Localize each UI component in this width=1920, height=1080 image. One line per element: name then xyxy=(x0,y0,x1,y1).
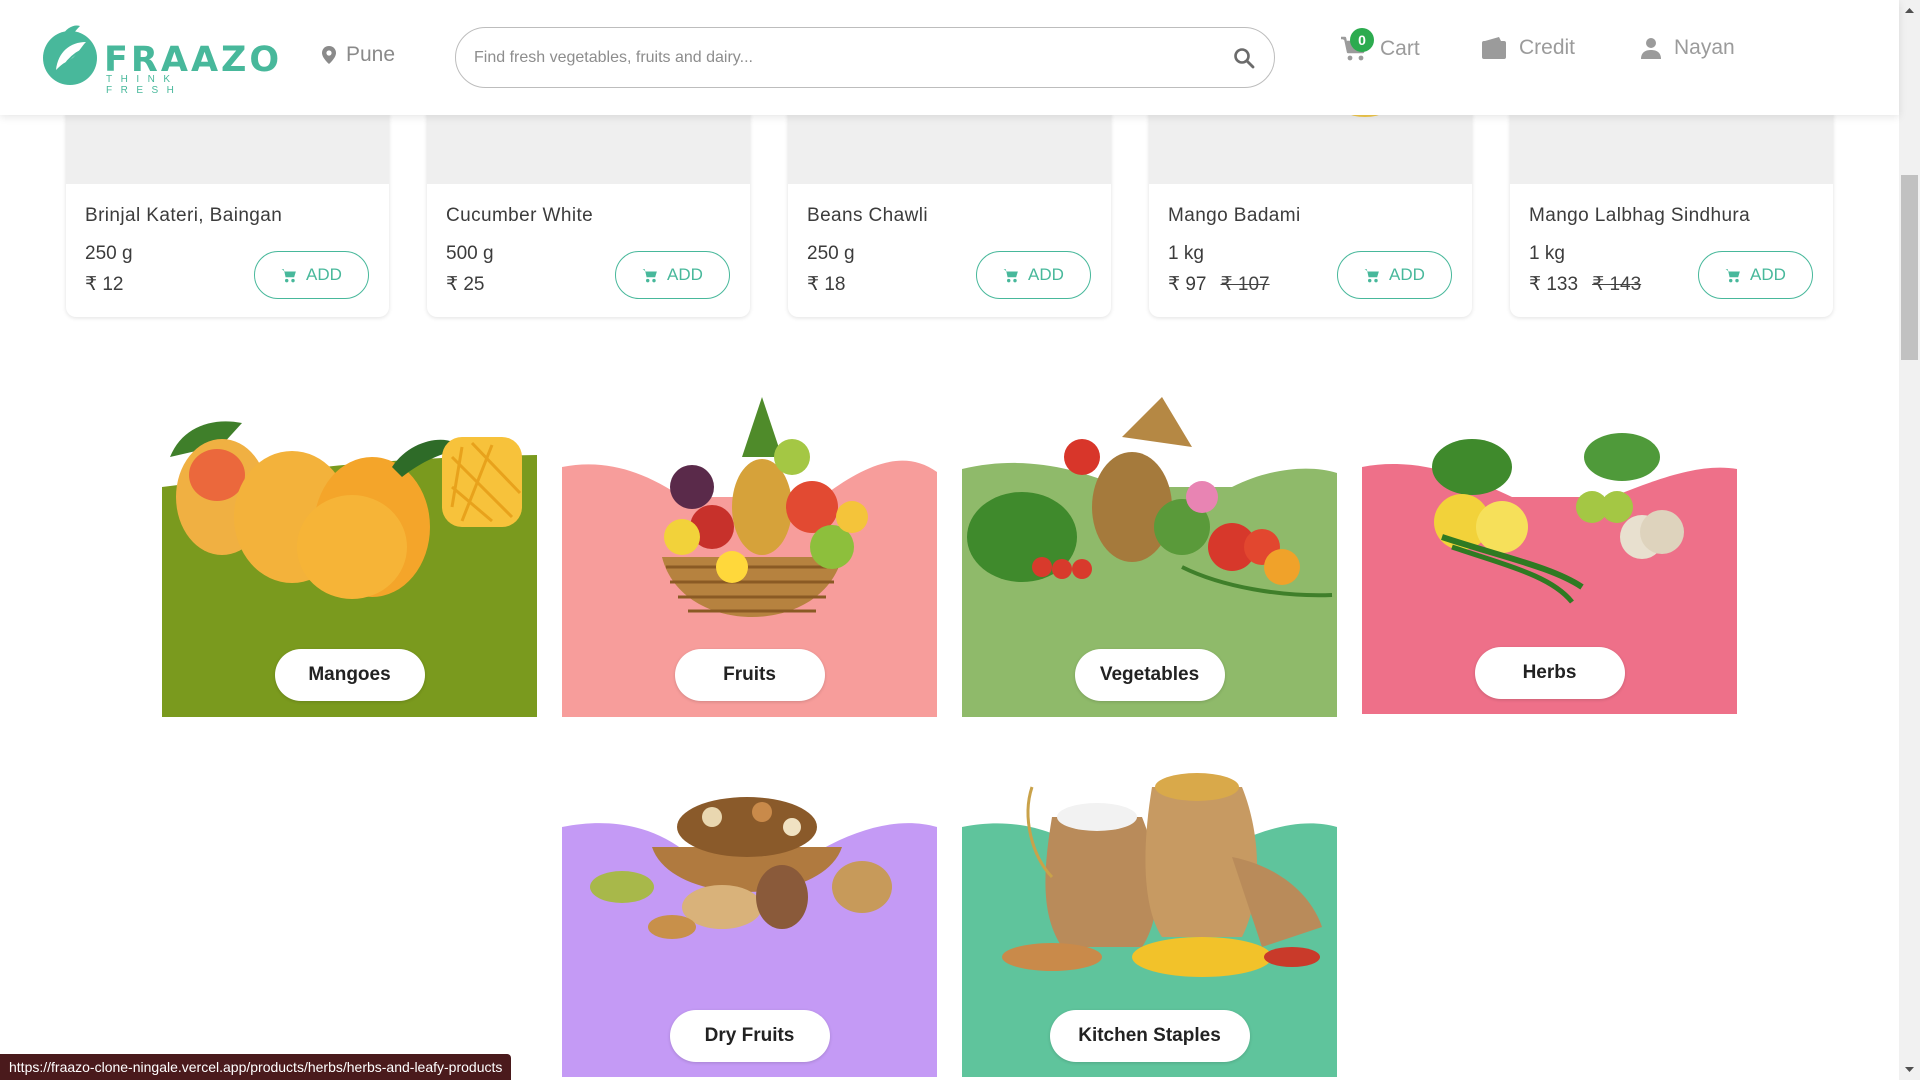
category-fruits[interactable]: Fruits xyxy=(562,397,937,717)
product-name: Brinjal Kateri, Baingan xyxy=(85,205,283,226)
product-name: Mango Lalbhag Sindhura xyxy=(1529,205,1751,226)
add-to-cart-button[interactable]: ADD xyxy=(976,251,1091,299)
add-button-label: ADD xyxy=(1028,265,1064,284)
leaf-logo-icon xyxy=(43,25,97,85)
cart-icon xyxy=(1003,268,1018,282)
wallet-icon xyxy=(1482,37,1506,59)
product-price: ₹ 25 xyxy=(446,274,485,295)
add-to-cart-button[interactable]: ADD xyxy=(615,251,730,299)
search-bar xyxy=(455,27,1275,88)
credit-label: Credit xyxy=(1519,36,1576,59)
add-button-label: ADD xyxy=(1750,265,1786,284)
category-dry-fruits[interactable]: Dry Fruits xyxy=(562,757,937,1077)
product-card[interactable]: Mango Badami 1 kg ₹ 97 ₹ 107 ADD xyxy=(1149,100,1472,317)
category-label: Dry Fruits xyxy=(669,1010,830,1062)
cart-count-badge: 0 xyxy=(1350,28,1374,52)
page-scrollbar[interactable] xyxy=(1899,0,1920,1080)
category-herbs[interactable]: Herbs xyxy=(1362,397,1737,717)
mango-image-icon xyxy=(170,421,522,599)
product-quantity: 500 g xyxy=(446,243,494,264)
product-card[interactable]: Cucumber White 500 g ₹ 25 ADD xyxy=(427,100,750,317)
product-price-row: ₹ 133 ₹ 143 xyxy=(1529,273,1641,296)
user-icon xyxy=(1641,38,1661,59)
product-quantity: 1 kg xyxy=(1168,243,1204,264)
map-pin-icon xyxy=(322,46,336,64)
category-vegetables[interactable]: Vegetables xyxy=(962,397,1337,717)
cart-icon xyxy=(1364,268,1379,282)
product-card[interactable]: Mango Lalbhag Sindhura 1 kg ₹ 133 ₹ 143 … xyxy=(1510,100,1833,317)
add-to-cart-button[interactable]: ADD xyxy=(1337,251,1452,299)
product-quantity: 250 g xyxy=(85,243,133,264)
category-label: Vegetables xyxy=(1074,649,1225,701)
category-label: Mangoes xyxy=(274,649,425,701)
location-label: Pune xyxy=(346,43,396,66)
vegetables-icon xyxy=(967,397,1333,598)
product-price-row: ₹ 12 xyxy=(85,273,124,296)
scroll-up-arrow-icon[interactable] xyxy=(1903,4,1916,17)
link-status-url: https://fraazo-clone-ningale.vercel.app/… xyxy=(0,1054,512,1080)
product-name: Cucumber White xyxy=(446,205,594,226)
cart-label: Cart xyxy=(1380,37,1420,60)
cart-icon xyxy=(642,268,657,282)
product-name: Beans Chawli xyxy=(807,205,928,226)
add-button-label: ADD xyxy=(667,265,703,284)
scrollbar-thumb[interactable] xyxy=(1901,175,1918,360)
product-price: ₹ 97 xyxy=(1168,274,1207,295)
herbs-icon xyxy=(1432,433,1684,604)
category-label: Kitchen Staples xyxy=(1049,1010,1250,1062)
credit-link[interactable]: Credit xyxy=(1481,36,1575,60)
site-header: FRAAZO THINK FRESH Pune 0 Cart Credit xyxy=(0,0,1899,115)
product-mrp: ₹ 143 xyxy=(1592,274,1642,295)
product-price-row: ₹ 97 ₹ 107 xyxy=(1168,273,1270,296)
scroll-down-arrow-icon[interactable] xyxy=(1903,1063,1916,1076)
add-to-cart-button[interactable]: ADD xyxy=(1698,251,1813,299)
search-input[interactable] xyxy=(474,28,1214,87)
product-price-row: ₹ 25 xyxy=(446,273,485,296)
fruit-basket-icon xyxy=(662,397,868,617)
cart-icon xyxy=(1725,268,1740,282)
product-price: ₹ 12 xyxy=(85,274,124,295)
add-button-label: ADD xyxy=(306,265,342,284)
dry-fruits-icon xyxy=(590,797,892,939)
cart-icon xyxy=(281,268,296,282)
brand-logo[interactable]: FRAAZO THINK FRESH xyxy=(40,18,279,96)
location-selector[interactable]: Pune xyxy=(322,43,395,67)
product-price: ₹ 18 xyxy=(807,274,846,295)
add-button-label: ADD xyxy=(1389,265,1425,284)
account-link[interactable]: Nayan xyxy=(1640,36,1735,60)
category-label: Fruits xyxy=(674,649,825,701)
account-label: Nayan xyxy=(1674,36,1735,59)
search-icon[interactable] xyxy=(1232,46,1256,70)
product-name: Mango Badami xyxy=(1168,205,1301,226)
product-card[interactable]: Brinjal Kateri, Baingan 250 g ₹ 12 ADD xyxy=(66,100,389,317)
product-card[interactable]: Beans Chawli 250 g ₹ 18 ADD xyxy=(788,100,1111,317)
brand-tagline: THINK FRESH xyxy=(106,74,183,96)
product-quantity: 1 kg xyxy=(1529,243,1565,264)
category-label: Herbs xyxy=(1474,647,1625,699)
category-kitchen-staples[interactable]: Kitchen Staples xyxy=(962,757,1337,1077)
product-price: ₹ 133 xyxy=(1529,274,1579,295)
product-mrp: ₹ 107 xyxy=(1220,274,1270,295)
product-quantity: 250 g xyxy=(807,243,855,264)
add-to-cart-button[interactable]: ADD xyxy=(254,251,369,299)
product-price-row: ₹ 18 xyxy=(807,273,846,296)
kitchen-staples-icon xyxy=(1002,773,1322,977)
category-mangoes[interactable]: Mangoes xyxy=(162,397,537,717)
